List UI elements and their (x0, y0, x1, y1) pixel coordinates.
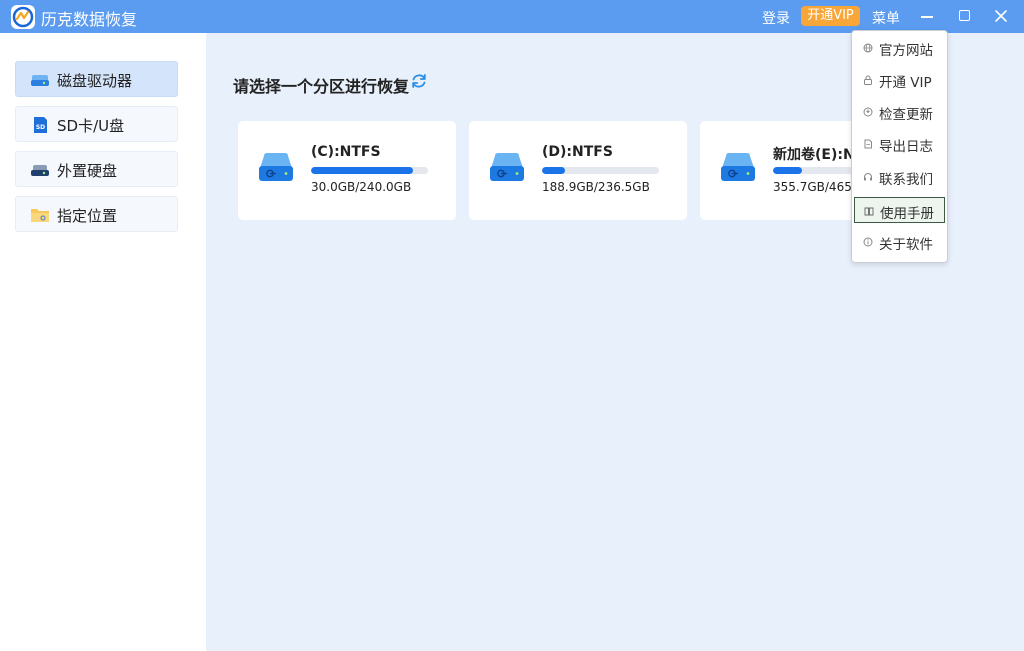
sidebar: 磁盘驱动器 SD SD卡/U盘 外置硬盘 指定位置 (0, 33, 206, 651)
folder-icon (31, 209, 49, 222)
sidebar-item-label: 外置硬盘 (57, 162, 118, 180)
menu-item-contact[interactable]: 联系我们 (854, 164, 945, 190)
sidebar-item-label: 指定位置 (57, 207, 118, 225)
menu-item-label: 使用手册 (880, 206, 934, 222)
sidebar-item-label: 磁盘驱动器 (57, 72, 133, 90)
disk-usage-fill (542, 167, 566, 174)
export-log-icon (864, 139, 872, 149)
page-title: 请选择一个分区进行恢复 (233, 77, 410, 96)
hard-disk-icon (721, 153, 755, 181)
disk-card-d[interactable]: (D):NTFS 188.9GB/236.5GB (469, 121, 687, 220)
menu-item-label: 联系我们 (879, 172, 933, 188)
disk-size: 30.0GB/240.0GB (311, 180, 412, 194)
sd-card-icon: SD (34, 117, 47, 133)
menu-item-label: 导出日志 (879, 139, 933, 155)
close-icon[interactable] (993, 8, 1009, 24)
app-logo-icon (11, 5, 35, 29)
menu-item-label: 关于软件 (879, 237, 933, 253)
headset-icon (864, 173, 872, 181)
update-icon (863, 107, 873, 117)
disk-name: (C):NTFS (311, 144, 381, 160)
menu-item-about[interactable]: 关于软件 (854, 229, 945, 255)
login-button[interactable]: 登录 (762, 8, 790, 28)
title-bar: 历克数据恢复 登录 开通VIP 菜单 (0, 0, 1024, 33)
app-title: 历克数据恢复 (41, 10, 138, 29)
hard-disk-icon (259, 153, 293, 181)
disk-name: (D):NTFS (542, 144, 613, 160)
maximize-icon[interactable] (959, 10, 970, 21)
dropdown-menu: 官方网站 开通 VIP 检查更新 导出日志 联系我们 使用手册 关于软件 (851, 30, 948, 263)
menu-item-manual[interactable]: 使用手册 (854, 197, 945, 223)
disk-card-c[interactable]: (C):NTFS 30.0GB/240.0GB (238, 121, 456, 220)
disk-drive-icon (31, 75, 49, 86)
external-drive-icon (31, 165, 49, 176)
minimize-icon[interactable] (921, 16, 933, 18)
vip-button[interactable]: 开通VIP (801, 6, 860, 26)
disk-size: 188.9GB/236.5GB (542, 180, 650, 194)
refresh-icon[interactable] (410, 72, 428, 90)
menu-item-vip[interactable]: 开通 VIP (854, 67, 945, 93)
menu-item-label: 官方网站 (879, 43, 933, 59)
sidebar-item-disk-drive[interactable]: 磁盘驱动器 (15, 61, 178, 97)
info-icon (863, 237, 873, 247)
menu-item-label: 开通 VIP (879, 75, 932, 91)
globe-icon (863, 43, 873, 53)
book-icon (864, 207, 874, 216)
menu-item-website[interactable]: 官方网站 (854, 35, 945, 61)
sidebar-item-label: SD卡/U盘 (57, 117, 125, 135)
sidebar-item-external-drive[interactable]: 外置硬盘 (15, 151, 178, 187)
menu-button[interactable]: 菜单 (872, 8, 900, 28)
menu-item-update[interactable]: 检查更新 (854, 99, 945, 125)
sidebar-item-folder[interactable]: 指定位置 (15, 196, 178, 232)
menu-item-export-log[interactable]: 导出日志 (854, 131, 945, 157)
menu-item-label: 检查更新 (879, 107, 933, 123)
disk-usage-fill (773, 167, 803, 174)
svg-text:SD: SD (36, 124, 45, 131)
disk-usage-bar (311, 167, 428, 174)
sidebar-item-sd-card[interactable]: SD SD卡/U盘 (15, 106, 178, 142)
disk-usage-fill (311, 167, 414, 174)
disk-usage-bar (542, 167, 659, 174)
hard-disk-icon (490, 153, 524, 181)
lock-icon (864, 75, 872, 85)
